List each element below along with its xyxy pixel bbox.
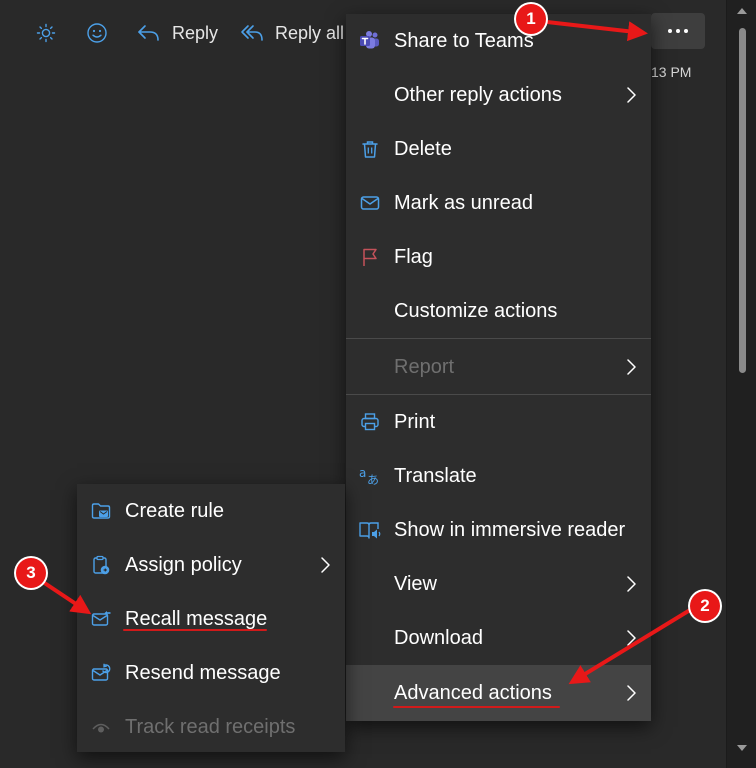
menu-label-translate: Translate	[394, 464, 477, 487]
highlight-underline-advanced	[393, 706, 560, 708]
flag-icon	[358, 245, 382, 269]
menu-label-print: Print	[394, 410, 436, 433]
immersive-reader-icon	[358, 518, 382, 542]
envelope-icon	[358, 191, 382, 215]
translate-icon: a あ	[358, 464, 382, 488]
more-actions-button[interactable]	[651, 13, 705, 49]
chevron-right-icon	[321, 557, 330, 573]
chevron-right-icon	[627, 359, 636, 375]
teams-icon	[358, 29, 382, 53]
menu-item-view[interactable]: View	[346, 557, 651, 611]
submenu-item-resend-message[interactable]: Resend message	[77, 646, 345, 700]
submenu-label-assign-policy: Assign policy	[125, 553, 242, 576]
folder-rule-icon	[89, 499, 113, 523]
reply-all-button[interactable]: Reply all	[239, 18, 344, 48]
menu-label-flag: Flag	[394, 245, 433, 268]
svg-text:a: a	[359, 466, 366, 480]
scroll-up-arrow[interactable]	[737, 8, 747, 14]
menu-label-immersive: Show in immersive reader	[394, 518, 626, 541]
menu-label-report: Report	[394, 355, 455, 378]
smiley-icon	[87, 23, 107, 43]
menu-item-delete[interactable]: Delete	[346, 122, 651, 176]
resend-envelope-icon	[89, 661, 113, 685]
menu-item-advanced-actions[interactable]: Advanced actions	[346, 665, 651, 721]
menu-label-share-teams: Share to Teams	[394, 29, 534, 52]
menu-item-immersive-reader[interactable]: Show in immersive reader	[346, 503, 651, 557]
submenu-item-assign-policy[interactable]: Assign policy	[77, 538, 345, 592]
menu-label-mark-unread: Mark as unread	[394, 191, 533, 214]
menu-label-advanced: Advanced actions	[394, 681, 552, 704]
menu-label-other-reply: Other reply actions	[394, 83, 562, 106]
menu-item-report: Report	[346, 340, 651, 394]
menu-item-other-reply-actions[interactable]: Other reply actions	[346, 68, 651, 122]
menu-separator	[346, 338, 651, 339]
submenu-label-track: Track read receipts	[125, 715, 296, 738]
menu-item-translate[interactable]: a あ Translate	[346, 449, 651, 503]
submenu-label-resend: Resend message	[125, 661, 281, 684]
submenu-item-create-rule[interactable]: Create rule	[77, 484, 345, 538]
menu-item-share-teams[interactable]: Share to Teams	[346, 14, 651, 68]
submenu-item-track-receipts: Track read receipts	[77, 700, 345, 754]
emoji-reaction-button[interactable]	[86, 18, 108, 48]
chevron-right-icon	[627, 576, 636, 592]
reply-button[interactable]: Reply	[136, 18, 218, 48]
message-timestamp: 13 PM	[651, 64, 692, 80]
scroll-down-arrow[interactable]	[737, 745, 747, 751]
scrollbar[interactable]	[726, 0, 756, 768]
menu-item-download[interactable]: Download	[346, 611, 651, 665]
more-actions-menu: Share to Teams Other reply actions Delet…	[346, 14, 651, 721]
clipboard-clock-icon	[89, 553, 113, 577]
advanced-actions-submenu: Create rule Assign policy Recall message	[77, 484, 345, 752]
step-badge-3: 3	[16, 558, 46, 588]
menu-label-delete: Delete	[394, 137, 452, 160]
step-badge-1: 1	[516, 4, 546, 34]
menu-item-print[interactable]: Print	[346, 395, 651, 449]
sun-icon	[36, 23, 56, 43]
svg-text:あ: あ	[367, 473, 379, 487]
chevron-right-icon	[627, 685, 636, 701]
step-badge-2: 2	[690, 591, 720, 621]
menu-item-mark-unread[interactable]: Mark as unread	[346, 176, 651, 230]
brightness-button[interactable]	[36, 18, 56, 48]
menu-item-customize-actions[interactable]: Customize actions	[346, 284, 651, 338]
chevron-right-icon	[627, 630, 636, 646]
submenu-label-create-rule: Create rule	[125, 499, 224, 522]
reply-all-icon	[241, 25, 263, 41]
printer-icon	[358, 410, 382, 434]
menu-label-customize: Customize actions	[394, 299, 558, 322]
highlight-underline-recall	[123, 629, 267, 631]
menu-label-download: Download	[394, 626, 483, 649]
scroll-thumb[interactable]	[739, 28, 746, 373]
reply-all-label: Reply all	[275, 22, 345, 43]
reply-icon	[138, 25, 159, 41]
recall-envelope-icon	[89, 607, 113, 631]
eye-icon	[89, 715, 113, 739]
menu-item-flag[interactable]: Flag	[346, 230, 651, 284]
more-dots-icon	[668, 29, 688, 33]
reply-label: Reply	[172, 22, 219, 43]
chevron-right-icon	[627, 87, 636, 103]
trash-icon	[358, 137, 382, 161]
menu-label-view: View	[394, 572, 437, 595]
submenu-item-recall-message[interactable]: Recall message	[77, 592, 345, 646]
submenu-label-recall: Recall message	[125, 607, 268, 630]
